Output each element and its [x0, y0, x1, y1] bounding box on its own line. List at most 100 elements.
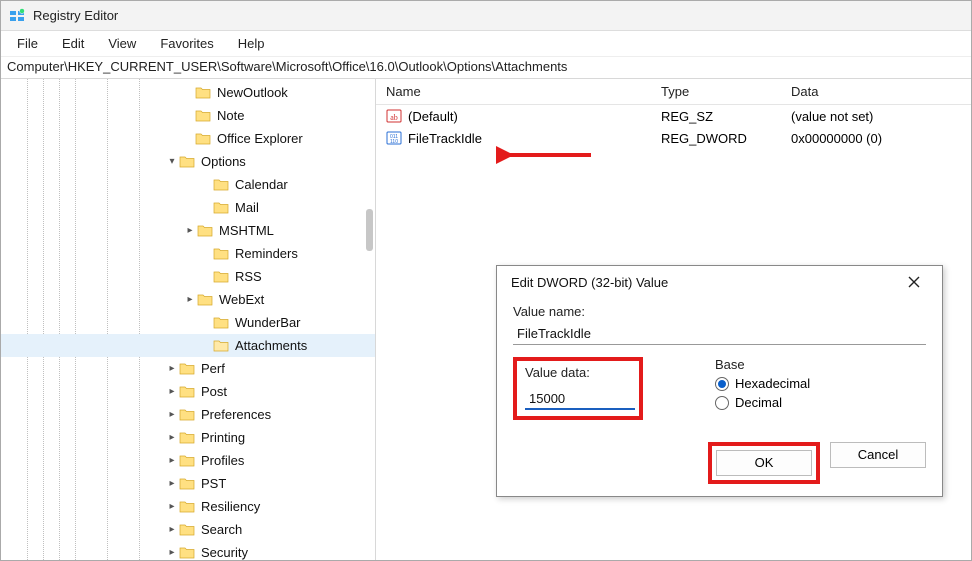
value-type: REG_SZ — [651, 109, 781, 124]
chevron-right-icon[interactable]: ▸ — [165, 478, 179, 489]
base-label: Base — [715, 357, 810, 372]
registry-tree[interactable]: NewOutlook Note Office Explorer ▾ Options Cal… — [1, 79, 375, 560]
tree-item[interactable]: ▸ Post — [1, 380, 375, 403]
tree-item-label: Office Explorer — [217, 131, 303, 146]
tree-item-label: Mail — [235, 200, 259, 215]
tree-item[interactable]: ▸ Search — [1, 518, 375, 541]
tree-item[interactable]: RSS — [1, 265, 375, 288]
menu-edit[interactable]: Edit — [50, 32, 96, 55]
tree-item[interactable]: ▸ Perf — [1, 357, 375, 380]
tree-item[interactable]: Office Explorer — [1, 127, 375, 150]
tree-item[interactable]: NewOutlook — [1, 81, 375, 104]
tree-item-label: WebExt — [219, 292, 264, 307]
value-name: FileTrackIdle — [408, 131, 482, 146]
dialog-titlebar[interactable]: Edit DWORD (32-bit) Value — [497, 266, 942, 298]
tree-item-label: Note — [217, 108, 244, 123]
tree-item[interactable]: ▸ MSHTML — [1, 219, 375, 242]
radio-decimal[interactable]: Decimal — [715, 395, 810, 410]
tree-scrollbar-thumb[interactable] — [366, 209, 373, 251]
tree-item[interactable]: ▸ Resiliency — [1, 495, 375, 518]
col-type[interactable]: Type — [651, 80, 781, 103]
chevron-right-icon[interactable]: ▸ — [165, 363, 179, 374]
folder-icon — [213, 178, 229, 191]
close-icon[interactable] — [894, 268, 934, 296]
folder-icon — [213, 201, 229, 214]
tree-item[interactable]: ▾ Options — [1, 150, 375, 173]
tree-item-label: Printing — [201, 430, 245, 445]
chevron-right-icon[interactable]: ▸ — [165, 409, 179, 420]
chevron-right-icon[interactable]: ▸ — [165, 524, 179, 535]
col-name[interactable]: Name — [376, 80, 651, 103]
tree-item[interactable]: WunderBar — [1, 311, 375, 334]
tree-item-label: Post — [201, 384, 227, 399]
chevron-right-icon[interactable]: ▸ — [165, 547, 179, 558]
col-data[interactable]: Data — [781, 80, 971, 103]
svg-text:110: 110 — [390, 139, 398, 145]
tree-item[interactable]: Attachments — [1, 334, 375, 357]
radio-dec-label: Decimal — [735, 395, 782, 410]
tree-item[interactable]: Reminders — [1, 242, 375, 265]
menu-file[interactable]: File — [5, 32, 50, 55]
tree-item-label: Options — [201, 154, 246, 169]
tree-item-label: Reminders — [235, 246, 298, 261]
value-name-label: Value name: — [513, 304, 926, 319]
chevron-right-icon[interactable]: ▸ — [183, 294, 197, 305]
tree-item[interactable]: ▸Security — [1, 541, 375, 560]
chevron-right-icon[interactable]: ▸ — [165, 455, 179, 466]
menu-help[interactable]: Help — [226, 32, 277, 55]
folder-icon — [179, 362, 195, 375]
list-header: Name Type Data — [376, 79, 971, 105]
annotation-highlight-ok: OK — [708, 442, 820, 484]
folder-icon — [179, 155, 195, 168]
chevron-right-icon[interactable]: ▸ — [165, 432, 179, 443]
tree-item-label: Calendar — [235, 177, 288, 192]
tree-item[interactable]: ▸ WebExt — [1, 288, 375, 311]
value-row[interactable]: ab(Default)REG_SZ(value not set) — [376, 105, 971, 127]
tree-item-label: Resiliency — [201, 499, 260, 514]
value-data-label: Value data: — [525, 365, 631, 380]
chevron-right-icon[interactable]: ▸ — [165, 386, 179, 397]
folder-icon — [213, 339, 229, 352]
folder-icon — [195, 132, 211, 145]
folder-icon — [213, 270, 229, 283]
tree-item-label: Search — [201, 522, 242, 537]
edit-dword-dialog: Edit DWORD (32-bit) Value Value name: Va… — [496, 265, 943, 497]
tree-item[interactable]: ▸ Profiles — [1, 449, 375, 472]
tree-item[interactable]: Note — [1, 104, 375, 127]
regedit-icon — [9, 8, 25, 24]
tree-item[interactable]: Mail — [1, 196, 375, 219]
chevron-right-icon[interactable]: ▸ — [183, 225, 197, 236]
tree-item[interactable]: ▸ Preferences — [1, 403, 375, 426]
tree-item[interactable]: ▸ Printing — [1, 426, 375, 449]
value-row[interactable]: 011110FileTrackIdleREG_DWORD0x00000000 (… — [376, 127, 971, 149]
tree-item[interactable]: ▸PST — [1, 472, 375, 495]
tree-item-label: Preferences — [201, 407, 271, 422]
title-bar: Registry Editor — [1, 1, 971, 31]
folder-icon — [195, 86, 211, 99]
radio-hexadecimal[interactable]: Hexadecimal — [715, 376, 810, 391]
value-name: (Default) — [408, 109, 458, 124]
tree-item-label: Profiles — [201, 453, 244, 468]
dialog-title: Edit DWORD (32-bit) Value — [511, 275, 668, 290]
menu-favorites[interactable]: Favorites — [148, 32, 225, 55]
value-data-field[interactable] — [525, 388, 635, 410]
menu-view[interactable]: View — [96, 32, 148, 55]
value-name-field[interactable] — [513, 323, 926, 345]
chevron-right-icon[interactable]: ▸ — [165, 501, 179, 512]
tree-item-label: Perf — [201, 361, 225, 376]
tree-item-label: NewOutlook — [217, 85, 288, 100]
address-bar[interactable]: Computer\HKEY_CURRENT_USER\Software\Micr… — [1, 57, 971, 79]
annotation-highlight-value-data: Value data: — [513, 357, 643, 420]
tree-item-label: MSHTML — [219, 223, 274, 238]
folder-icon — [197, 224, 213, 237]
tree-item[interactable]: Calendar — [1, 173, 375, 196]
value-data: 0x00000000 (0) — [781, 131, 971, 146]
ok-button[interactable]: OK — [716, 450, 812, 476]
folder-icon — [179, 454, 195, 467]
folder-icon — [179, 546, 195, 559]
string-value-icon: ab — [386, 108, 402, 124]
folder-icon — [195, 109, 211, 122]
cancel-button[interactable]: Cancel — [830, 442, 926, 468]
radio-hex-label: Hexadecimal — [735, 376, 810, 391]
chevron-down-icon[interactable]: ▾ — [165, 156, 179, 167]
